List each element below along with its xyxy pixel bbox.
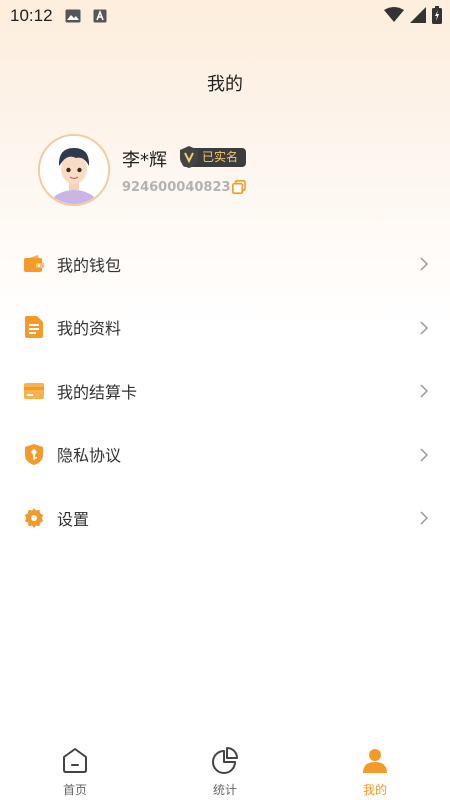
- verified-label: 已实名: [202, 150, 239, 164]
- tab-label-mine: 我的: [362, 783, 387, 797]
- card-icon: [24, 381, 44, 401]
- chevron-right-icon: [420, 256, 429, 275]
- chevron-right-icon: [420, 510, 429, 529]
- tab-stats[interactable]: 统计: [150, 740, 300, 800]
- menu-label-settings: 设置: [57, 509, 90, 529]
- chevron-right-icon: [420, 447, 429, 466]
- wifi-icon: [384, 7, 404, 27]
- tab-mine[interactable]: 我的: [300, 740, 450, 800]
- chevron-right-icon: [420, 383, 429, 402]
- menu-label-settlement-card: 我的结算卡: [57, 382, 138, 402]
- user-id: 924600040823: [122, 180, 231, 195]
- tab-label-stats: 统计: [212, 783, 237, 797]
- menu-item-wallet[interactable]: 我的钱包: [0, 232, 450, 296]
- tab-label-home: 首页: [62, 783, 87, 797]
- status-time: 10:12: [10, 6, 53, 25]
- menu-label-wallet: 我的钱包: [57, 255, 122, 275]
- bottom-tab-bar: 首页 统计 我的: [0, 740, 450, 800]
- signal-icon: [410, 7, 426, 27]
- pie-chart-icon: [211, 746, 239, 778]
- document-icon: [24, 316, 44, 339]
- verified-shield-icon: [180, 146, 198, 174]
- copy-icon[interactable]: [232, 179, 246, 198]
- shield-key-icon: [24, 443, 44, 465]
- gear-icon: [24, 507, 44, 528]
- status-bar: 10:12: [0, 0, 450, 32]
- wallet-icon: [24, 254, 44, 274]
- menu-item-profile[interactable]: 我的资料: [0, 296, 450, 360]
- menu-item-privacy[interactable]: 隐私协议: [0, 423, 450, 487]
- person-icon: [361, 746, 389, 778]
- user-name: 李*辉: [122, 150, 167, 171]
- battery-icon: [432, 6, 442, 28]
- page-title: 我的: [207, 74, 243, 95]
- home-icon: [61, 746, 89, 778]
- gallery-icon: [65, 9, 81, 23]
- menu-label-profile: 我的资料: [57, 319, 122, 339]
- verified-badge: 已实名: [180, 146, 247, 168]
- profile-card: 李*辉 已实名 924600040823: [38, 134, 418, 206]
- chevron-right-icon: [420, 320, 429, 339]
- text-a-icon: [93, 9, 107, 23]
- avatar[interactable]: [38, 134, 110, 206]
- menu-label-privacy: 隐私协议: [57, 446, 122, 466]
- menu-item-settlement-card[interactable]: 我的结算卡: [0, 359, 450, 423]
- menu-item-settings[interactable]: 设置: [0, 486, 450, 550]
- menu-list: 我的钱包 我的资料 我的结算卡 隐私协议 设置: [0, 232, 450, 550]
- tab-home[interactable]: 首页: [0, 740, 150, 800]
